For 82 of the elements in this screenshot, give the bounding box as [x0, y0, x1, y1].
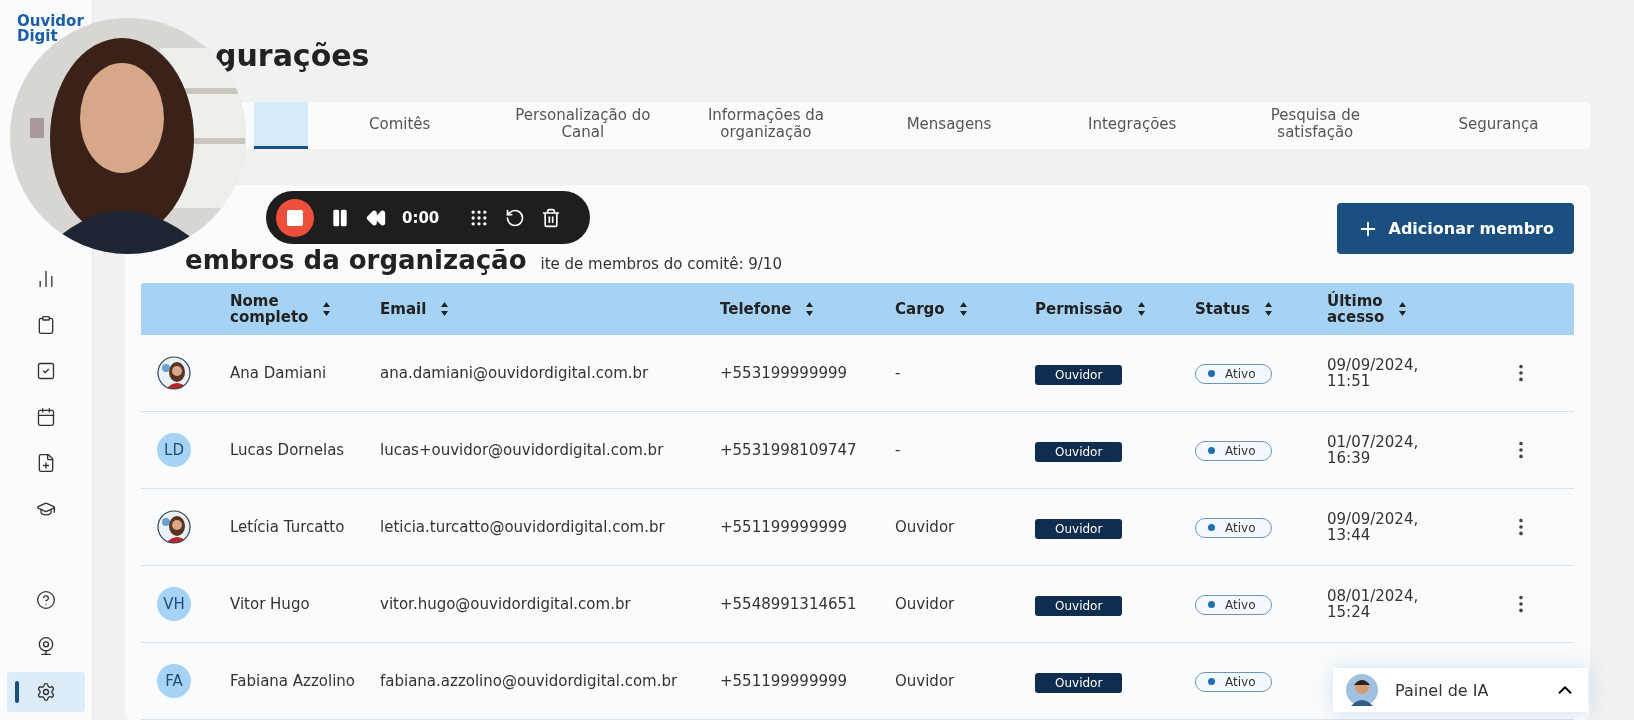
calendar-icon — [36, 407, 56, 427]
table-cell-text: +5531998109747 — [720, 441, 858, 459]
table-cell-text: Ouvidor — [895, 595, 956, 613]
column-header[interactable]: Telefone — [720, 301, 792, 317]
stop-icon — [287, 209, 303, 226]
tab[interactable]: Pesquisa de satisfação — [1223, 102, 1407, 149]
pause-icon[interactable] — [330, 207, 350, 228]
file-plus-icon — [36, 453, 56, 473]
help-icon — [36, 590, 56, 610]
status-pill: Ativo — [1195, 517, 1273, 538]
restart-icon[interactable] — [505, 207, 526, 228]
table-cell-text: +553199999999 — [720, 364, 849, 382]
tab[interactable]: Segurança — [1406, 102, 1590, 149]
table-cell: 09/09/2024, 13:44 — [1327, 511, 1419, 543]
table-cell-text: lucas+ouvidor@ouvidordigital.com.br — [380, 441, 665, 459]
sort-icon[interactable] — [1136, 301, 1146, 317]
sort-icon[interactable] — [805, 301, 815, 317]
table-cell: 08/01/2024, 15:24 — [1327, 588, 1419, 620]
table-cell-text: - — [895, 364, 902, 382]
permission-tag: Ouvidor — [1035, 672, 1123, 693]
tab[interactable]: Comitês — [308, 102, 492, 149]
table-cell-text: leticia.turcatto@ouvidordigital.com.br — [380, 518, 666, 536]
table-cell-text: vitor.hugo@ouvidordigital.com.br — [380, 595, 632, 613]
tab[interactable]: Mensagens — [857, 102, 1041, 149]
status-pill: Ativo — [1195, 671, 1273, 692]
table-cell-text: Ouvidor — [895, 518, 956, 536]
column-header[interactable]: Email — [380, 301, 427, 317]
avatar: VH — [157, 587, 191, 621]
table-cell-text: Ouvidor — [895, 672, 956, 690]
table-cell-text: Vitor Hugo — [230, 595, 311, 613]
column-header[interactable]: Último acesso — [1327, 293, 1385, 325]
rewind-icon[interactable] — [366, 207, 386, 228]
avatar: FA — [157, 664, 191, 698]
avatar: LD — [157, 433, 191, 467]
table-cell-text: +551199999999 — [720, 518, 849, 536]
trash-icon[interactable] — [541, 207, 562, 228]
logo-text: Ouvidor — [17, 14, 84, 29]
section-title: embros da organização — [185, 245, 527, 275]
clipboard-icon — [36, 315, 56, 335]
sort-icon[interactable] — [958, 301, 968, 317]
member-limit: ite de membros do comitê: 9/10 — [540, 255, 782, 273]
stop-button[interactable] — [276, 198, 314, 237]
table-cell-text: Letícia Turcatto — [230, 518, 346, 536]
table-cell-text: - — [895, 441, 902, 459]
status-pill: Ativo — [1195, 440, 1273, 461]
settings-icon — [36, 682, 56, 702]
column-header[interactable]: Nome completo — [230, 293, 309, 325]
webcam-icon — [36, 636, 56, 656]
recording-time: 0:00 — [402, 208, 440, 227]
add-member-button[interactable]: Adicionar membro — [1336, 203, 1574, 254]
table-cell-text: ana.damiani@ouvidordigital.com.br — [380, 364, 650, 382]
permission-tag: Ouvidor — [1035, 364, 1123, 385]
column-header[interactable]: Status — [1195, 301, 1250, 317]
tab[interactable]: Integrações — [1040, 102, 1224, 149]
permission-tag: Ouvidor — [1035, 518, 1123, 539]
ai-panel-label: Painel de IA — [1395, 680, 1490, 700]
checkbox-icon — [36, 361, 56, 381]
tab[interactable] — [254, 102, 309, 149]
column-header[interactable]: Permissão — [1035, 301, 1123, 317]
table-cell-text: Fabiana Azzolino — [230, 672, 356, 690]
status-pill: Ativo — [1195, 594, 1273, 615]
sort-icon[interactable] — [322, 301, 332, 317]
table-cell-text: fabiana.azzolino@ouvidordigital.com.br — [380, 672, 679, 690]
page-title: gurações — [215, 37, 371, 75]
table-cell: 09/09/2024, 11:51 — [1327, 357, 1419, 389]
column-header[interactable]: Cargo — [895, 301, 945, 317]
status-pill: Ativo — [1195, 363, 1273, 384]
ai-panel[interactable]: Painel de IA — [1333, 668, 1588, 712]
permission-tag: Ouvidor — [1035, 441, 1123, 462]
sort-icon[interactable] — [1263, 301, 1273, 317]
tab[interactable]: Personalização do Canal — [491, 102, 675, 149]
table-cell-text: +551199999999 — [720, 672, 849, 690]
sort-icon[interactable] — [1398, 301, 1408, 317]
permission-tag: Ouvidor — [1035, 595, 1123, 616]
logo-text: Digit — [17, 29, 59, 44]
table-cell: 01/07/2024, 16:39 — [1327, 434, 1419, 466]
tab[interactable]: Informações da organização — [674, 102, 858, 149]
table-cell-text: Lucas Dornelas — [230, 441, 346, 459]
table-cell-text: +5548991314651 — [720, 595, 858, 613]
table-cell-text: Ana Damiani — [230, 364, 328, 382]
sidebar-item[interactable] — [7, 672, 85, 712]
sort-icon[interactable] — [440, 301, 450, 317]
